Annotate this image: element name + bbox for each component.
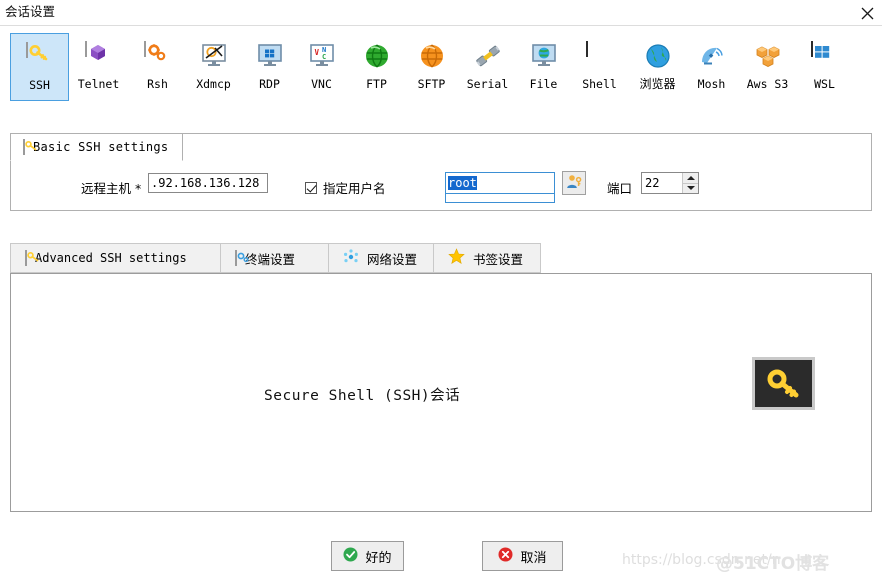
protocol-item-serial[interactable]: Serial xyxy=(458,33,517,101)
protocol-label: Serial xyxy=(466,77,509,91)
protocol-label: RDP xyxy=(259,77,280,91)
tab-terminal-settings[interactable]: 终端设置 xyxy=(220,243,328,273)
green-globe-icon xyxy=(363,42,391,70)
protocol-item-sftp[interactable]: SFTP xyxy=(402,33,461,101)
protocol-label: Rsh xyxy=(147,77,168,91)
port-label: 端口 xyxy=(607,181,633,196)
port-stepper-arrows[interactable] xyxy=(682,173,698,193)
cancel-button[interactable]: 取消 xyxy=(482,541,563,571)
protocol-label: Aws S3 xyxy=(746,77,789,91)
close-icon[interactable] xyxy=(856,2,878,24)
protocol-item-vnc[interactable]: V N C VNC xyxy=(292,33,351,101)
ok-button[interactable]: 好的 xyxy=(331,541,404,571)
star-icon xyxy=(448,248,465,268)
protocol-label: Xdmcp xyxy=(196,77,231,91)
protocol-item-rsh[interactable]: Rsh xyxy=(128,33,187,101)
protocol-item-xdmcp[interactable]: Xdmcp xyxy=(184,33,243,101)
monitor-globe-icon xyxy=(530,42,558,70)
monitor-windows-icon xyxy=(256,42,284,70)
orange-globe-icon xyxy=(418,42,446,70)
tab-bookmark-settings[interactable]: 书签设置 xyxy=(433,243,541,273)
protocol-item-ftp[interactable]: FTP xyxy=(347,33,406,101)
settings-tabstrip: Advanced SSH settings 终端设置 网络设置 书签设置 xyxy=(10,243,541,273)
protocol-label: SSH xyxy=(29,78,50,92)
protocol-item-wsl[interactable]: WSL xyxy=(795,33,854,101)
basic-ssh-settings-group-tab: Basic SSH settings xyxy=(10,133,184,161)
monitor-x-icon xyxy=(200,42,228,70)
tab-advanced-ssh-settings[interactable]: Advanced SSH settings xyxy=(10,243,220,273)
serial-plug-icon xyxy=(474,42,502,70)
triangle-up-icon[interactable] xyxy=(683,173,698,184)
user-key-icon xyxy=(565,173,583,194)
tab-network-settings[interactable]: 网络设置 xyxy=(328,243,433,273)
ok-button-label: 好的 xyxy=(365,550,392,566)
protocol-label: WSL xyxy=(814,77,835,91)
protocol-label: SFTP xyxy=(417,77,446,91)
remote-host-input[interactable]: .92.168.136.128 xyxy=(148,173,268,193)
cancel-button-label: 取消 xyxy=(520,550,547,566)
protocol-label: Shell xyxy=(582,77,617,91)
protocol-item-shell[interactable]: > Shell xyxy=(570,33,629,101)
protocol-label: Telnet xyxy=(77,77,120,91)
username-input[interactable]: root xyxy=(445,172,555,194)
protocol-item-mosh[interactable]: Mosh xyxy=(682,33,741,101)
protocol-item-telnet[interactable]: Telnet xyxy=(69,33,128,101)
remote-host-label-text: 远程主机 xyxy=(81,181,132,196)
svg-text:>: > xyxy=(590,44,595,53)
user-picker-button[interactable] xyxy=(562,171,586,195)
protocol-item-file[interactable]: File xyxy=(514,33,573,101)
key-icon xyxy=(23,139,37,155)
protocol-item-rdp[interactable]: RDP xyxy=(240,33,299,101)
protocol-item-ssh[interactable]: SSH xyxy=(10,33,69,101)
protocol-label: Mosh xyxy=(697,77,726,91)
protocol-item-browser[interactable]: 浏览器 xyxy=(628,33,687,101)
session-content-pane: Secure Shell (SSH)会话 xyxy=(10,273,872,512)
monitor-vnc-icon: V N C xyxy=(308,42,336,70)
specify-username-label: 指定用户名 xyxy=(323,181,386,196)
wsl-windows-icon xyxy=(810,41,839,70)
svg-text:V: V xyxy=(314,48,319,57)
protocol-item-aws-s3[interactable]: Aws S3 xyxy=(738,33,797,101)
username-selected-text: root xyxy=(448,176,477,190)
x-circle-icon xyxy=(498,547,513,565)
orange-gears-icon xyxy=(143,41,172,70)
title-divider xyxy=(0,25,882,26)
svg-text:C: C xyxy=(322,53,326,61)
gears-icon xyxy=(235,250,249,266)
key-icon xyxy=(752,357,815,410)
satellite-icon xyxy=(698,42,726,70)
key-icon xyxy=(25,42,54,71)
session-type-caption: Secure Shell (SSH)会话 xyxy=(264,388,461,404)
tab-label: 书签设置 xyxy=(473,251,524,267)
port-value[interactable]: 22 xyxy=(642,173,682,193)
username-autocomplete-dropdown[interactable] xyxy=(445,194,555,203)
purple-cube-icon xyxy=(84,41,113,70)
terminal-icon: > xyxy=(585,41,614,70)
specify-username-checkbox[interactable]: 指定用户名 xyxy=(305,178,386,197)
tab-label: 终端设置 xyxy=(245,251,296,267)
network-icon xyxy=(343,248,359,268)
key-icon xyxy=(25,250,39,266)
watermark-brand: @51CTO博客 xyxy=(716,554,830,574)
window-title: 会话设置 xyxy=(5,4,56,19)
protocol-toolbar: SSH Telnet Rsh Xdmcp RDP V N C VNC FTP S… xyxy=(0,28,882,106)
protocol-label: File xyxy=(529,77,558,91)
checkbox-box[interactable] xyxy=(305,181,317,194)
required-asterisk: * xyxy=(135,181,142,196)
protocol-label: 浏览器 xyxy=(639,77,676,91)
remote-host-label: 远程主机 * xyxy=(81,178,141,197)
group-tab-label: Basic SSH settings xyxy=(33,140,169,154)
title-bar: 会话设置 xyxy=(0,0,882,26)
triangle-down-icon[interactable] xyxy=(683,184,698,194)
basic-settings-row: 远程主机 * .92.168.136.128 指定用户名 root 端口 22 xyxy=(11,164,871,210)
tab-label: Advanced SSH settings xyxy=(35,251,187,265)
blue-globe-icon xyxy=(644,42,672,70)
port-stepper[interactable]: 22 xyxy=(641,172,699,194)
aws-cubes-icon xyxy=(754,42,782,70)
tab-label: 网络设置 xyxy=(367,251,418,267)
check-circle-icon xyxy=(343,547,358,565)
protocol-label: FTP xyxy=(366,77,387,91)
protocol-label: VNC xyxy=(311,77,332,91)
